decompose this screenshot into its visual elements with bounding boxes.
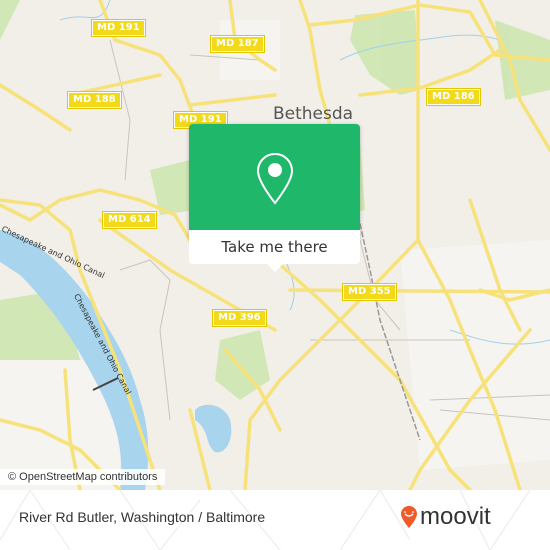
place-label-bethesda: Bethesda <box>273 104 354 124</box>
park-area <box>215 330 270 400</box>
moovit-pin-icon <box>401 506 417 528</box>
route-shield: MD 188 <box>67 91 122 109</box>
road <box>243 238 420 490</box>
take-me-there-button[interactable]: Take me there <box>189 230 360 264</box>
map-attribution[interactable]: © OpenStreetMap contributors <box>0 469 166 485</box>
road <box>288 288 550 294</box>
route-shield: MD 187 <box>210 35 265 53</box>
location-popup: Take me there <box>189 124 360 272</box>
logo-text: moovit <box>420 503 491 530</box>
moovit-logo[interactable]: moovit <box>400 503 491 531</box>
route-shield: MD 614 <box>102 211 157 229</box>
map-pin-icon <box>256 152 294 205</box>
map[interactable]: Bethesda MD 191 MD 187 MD 188 MD 191 MD … <box>0 0 550 490</box>
route-shield: MD 186 <box>426 88 481 106</box>
popup-pointer <box>266 263 284 272</box>
footer: River Rd Butler, Washington / Baltimore … <box>0 490 550 550</box>
popup-header <box>189 124 360 230</box>
park-area <box>0 0 20 40</box>
route-shield: MD 396 <box>212 309 267 327</box>
stop-title: River Rd Butler, Washington / Baltimore <box>19 509 266 525</box>
road <box>0 83 72 132</box>
road <box>188 93 277 107</box>
route-shield: MD 191 <box>91 19 146 37</box>
route-shield: MD 355 <box>342 283 397 301</box>
park-area <box>350 10 420 95</box>
